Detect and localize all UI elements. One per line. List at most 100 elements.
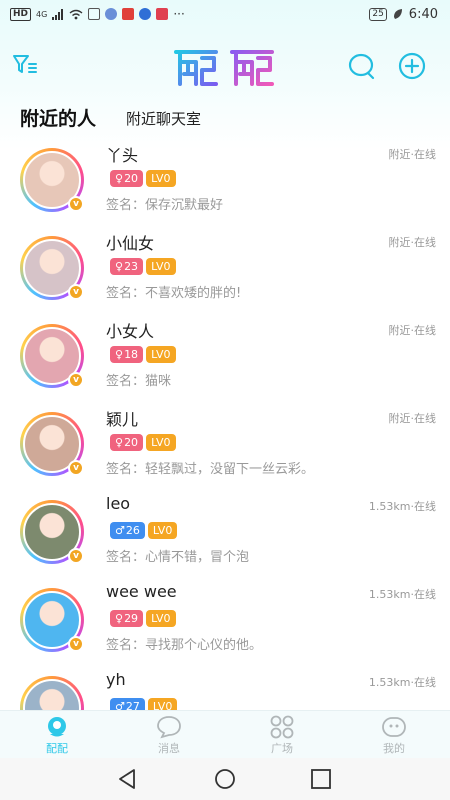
- app-logo: [174, 50, 274, 86]
- match-icon: [48, 717, 66, 737]
- list-item[interactable]: v leo 1.53km·在线 ♂ 26 LV0 签名：心情不错，冒个泡: [0, 490, 450, 578]
- list-item[interactable]: v 小仙女 附近·在线 ♀ 23 LV0 签名：不喜欢矮的胖的!: [0, 226, 450, 314]
- user-name: yh: [106, 670, 126, 689]
- age-label: 26: [125, 524, 140, 537]
- age-label: 23: [124, 260, 139, 273]
- square-icon: [270, 715, 294, 739]
- back-icon[interactable]: [116, 768, 140, 790]
- age-label: 29: [124, 612, 139, 625]
- verified-icon: v: [68, 548, 84, 564]
- gender-age-badge: ♀ 29: [110, 610, 144, 627]
- level-badge: LV0: [146, 258, 176, 275]
- add-icon[interactable]: [398, 52, 426, 80]
- gender-icon: ♂: [115, 524, 125, 537]
- list-item[interactable]: v 颖儿 附近·在线 ♀ 20 LV0 签名：轻轻飘过，没留下一丝云彩。: [0, 402, 450, 490]
- user-distance: 1.53km·在线: [368, 588, 436, 601]
- filter-icon[interactable]: [12, 53, 38, 77]
- signal-label: 4G: [36, 9, 48, 19]
- avatar[interactable]: v: [20, 148, 84, 212]
- gender-icon: ♀: [115, 436, 124, 449]
- app-notification-icon: [156, 8, 169, 20]
- user-name: 小仙女: [106, 234, 155, 253]
- level-badge: LV0: [146, 434, 176, 451]
- user-signature: 签名：不喜欢矮的胖的!: [106, 286, 242, 301]
- user-name: leo: [106, 494, 131, 513]
- badge-group: ♀ 20 LV0: [110, 170, 176, 187]
- tab-nearby-chatroom[interactable]: 附近聊天室: [126, 108, 201, 129]
- user-name: 小女人: [106, 322, 155, 341]
- avatar[interactable]: v: [20, 676, 84, 710]
- user-name: 丫头: [106, 146, 139, 165]
- nav-label: 消息: [158, 742, 180, 755]
- nav-square[interactable]: 广场: [252, 711, 312, 759]
- nav-profile[interactable]: 我的: [364, 711, 424, 759]
- user-name: 颖儿: [106, 410, 139, 429]
- badge-group: ♂ 27 LV0: [110, 698, 178, 710]
- recent-apps-icon[interactable]: [309, 768, 333, 790]
- avatar[interactable]: v: [20, 236, 84, 300]
- signal-icon: [52, 8, 64, 20]
- app-header: [0, 40, 450, 90]
- status-bar: HD 4G ··· 25 6:40: [0, 0, 450, 28]
- avatar-ring: [20, 676, 84, 710]
- gear-notification-icon: [105, 8, 118, 20]
- clock: 6:40: [408, 6, 438, 22]
- user-distance: 附近·在线: [388, 236, 437, 249]
- search-icon[interactable]: [348, 52, 376, 80]
- age-label: 18: [124, 348, 139, 361]
- user-distance: 1.53km·在线: [368, 500, 436, 513]
- level-badge: LV0: [147, 522, 178, 539]
- avatar-image: [23, 679, 81, 710]
- avatar[interactable]: v: [20, 412, 84, 476]
- gender-icon: ♂: [115, 700, 125, 710]
- list-item[interactable]: v yh 1.53km·在线 ♂ 27 LV0: [0, 666, 450, 710]
- age-label: 27: [125, 700, 140, 710]
- gender-icon: ♀: [115, 348, 124, 361]
- list-item[interactable]: v 丫头 附近·在线 ♀ 20 LV0 签名：保存沉默最好: [0, 138, 450, 226]
- badge-group: ♀ 18 LV0: [110, 346, 176, 363]
- nav-label: 广场: [271, 742, 293, 755]
- nav-label: 配配: [46, 742, 68, 755]
- verified-icon: v: [68, 460, 84, 476]
- level-badge: LV0: [146, 170, 176, 187]
- level-badge: LV0: [147, 698, 178, 710]
- badge-group: ♀ 20 LV0: [110, 434, 176, 451]
- wifi-icon: [69, 9, 83, 19]
- avatar[interactable]: v: [20, 588, 84, 652]
- avatar[interactable]: v: [20, 500, 84, 564]
- user-signature: 签名：寻找那个心仪的他。: [106, 638, 263, 653]
- tab-label: 附近的人: [20, 108, 97, 130]
- list-item[interactable]: v 小女人 附近·在线 ♀ 18 LV0 签名：猫咪: [0, 314, 450, 402]
- user-list[interactable]: v 丫头 附近·在线 ♀ 20 LV0 签名：保存沉默最好 v 小仙女 附近·在…: [0, 138, 450, 710]
- avatar[interactable]: v: [20, 324, 84, 388]
- gender-icon: ♀: [115, 172, 124, 185]
- more-notifications-icon: ···: [173, 7, 185, 21]
- status-left: HD 4G ···: [10, 7, 185, 21]
- gender-age-badge: ♂ 27: [110, 698, 145, 710]
- badge-group: ♀ 23 LV0: [110, 258, 176, 275]
- list-item[interactable]: v wee wee 1.53km·在线 ♀ 29 LV0 签名：寻找那个心仪的他…: [0, 578, 450, 666]
- user-distance: 附近·在线: [388, 324, 437, 337]
- message-icon: [157, 716, 181, 739]
- verified-icon: v: [68, 372, 84, 388]
- nav-messages[interactable]: 消息: [139, 711, 199, 759]
- mail-notification-icon: [122, 8, 135, 20]
- tab-bar: 附近的人 附近聊天室: [0, 100, 450, 136]
- gender-icon: ♀: [115, 612, 124, 625]
- user-distance: 附近·在线: [388, 148, 437, 161]
- gender-age-badge: ♀ 20: [110, 170, 144, 187]
- bottom-nav: 配配 消息 广场 我的: [0, 710, 450, 758]
- user-name: wee wee: [106, 582, 177, 601]
- profile-icon: [382, 717, 406, 737]
- tab-nearby-people[interactable]: 附近的人: [18, 104, 110, 131]
- network-label: HD: [10, 7, 32, 21]
- user-signature: 签名：心情不错，冒个泡: [106, 550, 250, 565]
- home-icon[interactable]: [213, 768, 237, 790]
- nav-match[interactable]: 配配: [27, 711, 87, 759]
- verified-icon: v: [68, 196, 84, 212]
- battery-icon: 25: [369, 7, 387, 21]
- verified-icon: v: [68, 284, 84, 300]
- gender-age-badge: ♀ 20: [110, 434, 144, 451]
- gender-icon: ♀: [115, 260, 124, 273]
- badge-group: ♀ 29 LV0: [110, 610, 176, 627]
